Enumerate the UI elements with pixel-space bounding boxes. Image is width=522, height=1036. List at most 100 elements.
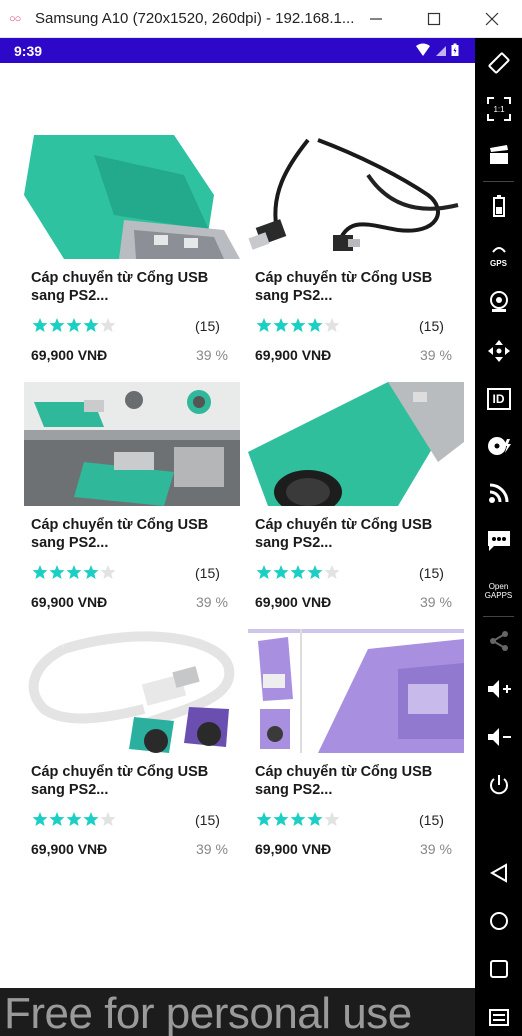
review-count: (15) xyxy=(419,318,444,334)
star-filled-icon xyxy=(273,565,289,579)
discount-percent: 39 % xyxy=(196,347,228,363)
product-card[interactable]: Cáp chuyển từ Cổng USB sang PS2... (15) … xyxy=(248,135,464,375)
product-image xyxy=(248,629,464,753)
disk-button[interactable] xyxy=(475,423,522,469)
product-card[interactable]: Cáp chuyển từ Cổng USB sang PS2... (15) … xyxy=(24,382,240,622)
opengapps-button[interactable]: Open GAPPS xyxy=(475,568,522,614)
star-filled-icon xyxy=(83,565,99,579)
minimize-icon xyxy=(370,18,382,20)
star-empty-icon xyxy=(324,565,340,579)
star-empty-icon xyxy=(100,812,116,826)
power-icon xyxy=(489,775,508,795)
product-card[interactable]: Cáp chuyển từ Cổng USB sang PS2... (15) … xyxy=(24,135,240,375)
minimize-button[interactable] xyxy=(352,0,400,38)
star-filled-icon xyxy=(32,318,48,332)
camera-button[interactable] xyxy=(475,278,522,324)
home-icon xyxy=(489,912,508,930)
share-button[interactable] xyxy=(475,618,522,664)
star-empty-icon xyxy=(100,565,116,579)
emulator-window: ○○ Samsung A10 (720x1520, 260dpi) - 192.… xyxy=(0,0,522,1036)
battery-charging-icon xyxy=(451,43,459,56)
product-image xyxy=(248,382,464,506)
star-filled-icon xyxy=(66,812,82,826)
genymotion-icon: ○○ xyxy=(9,12,21,25)
rating-stars xyxy=(256,811,340,827)
star-filled-icon xyxy=(83,812,99,826)
volume-up-button[interactable] xyxy=(475,666,522,712)
maximize-button[interactable] xyxy=(410,0,458,38)
review-count: (15) xyxy=(195,318,220,334)
window-title: Samsung A10 (720x1520, 260dpi) - 192.168… xyxy=(35,10,355,27)
capture-button[interactable] xyxy=(475,132,522,178)
gps-button[interactable]: GPS xyxy=(475,231,522,277)
watermark-text: Free for personal use xyxy=(4,989,412,1036)
status-time: 9:39 xyxy=(14,42,43,59)
star-filled-icon xyxy=(32,565,48,579)
close-icon xyxy=(485,12,499,26)
star-filled-icon xyxy=(290,318,306,332)
discount-percent: 39 % xyxy=(420,347,452,363)
product-price: 69,900 VNĐ xyxy=(255,841,332,857)
star-filled-icon xyxy=(273,318,289,332)
star-filled-icon xyxy=(256,565,272,579)
power-button[interactable] xyxy=(475,762,522,808)
recents-button[interactable] xyxy=(475,946,522,992)
review-count: (15) xyxy=(195,565,220,581)
back-button[interactable] xyxy=(475,850,522,896)
emulator-toolbar: 1:1 GPS ID Open GAPPS xyxy=(475,38,522,1036)
volume-down-button[interactable] xyxy=(475,714,522,760)
product-card[interactable]: Cáp chuyển từ Cổng USB sang PS2... (15) … xyxy=(24,629,240,869)
star-filled-icon xyxy=(307,318,323,332)
product-price: 69,900 VNĐ xyxy=(255,347,332,363)
pixel-perfect-button[interactable]: 1:1 xyxy=(475,86,522,132)
battery-button[interactable] xyxy=(475,183,522,229)
star-filled-icon xyxy=(290,565,306,579)
close-button[interactable] xyxy=(468,0,516,38)
product-name: Cáp chuyển từ Cổng USB sang PS2... xyxy=(31,517,209,551)
review-count: (15) xyxy=(419,565,444,581)
product-name: Cáp chuyển từ Cổng USB sang PS2... xyxy=(31,764,209,798)
opengapps-icon: Open GAPPS xyxy=(484,582,513,600)
volume-down-icon xyxy=(487,728,511,746)
home-button[interactable] xyxy=(475,898,522,944)
star-filled-icon xyxy=(66,565,82,579)
product-image xyxy=(24,382,240,506)
battery-icon xyxy=(492,195,505,217)
sms-button[interactable] xyxy=(475,518,522,564)
pixel-perfect-icon: 1:1 xyxy=(486,97,511,121)
rating-stars xyxy=(32,811,116,827)
star-empty-icon xyxy=(324,812,340,826)
dpad-button[interactable] xyxy=(475,328,522,374)
product-name: Cáp chuyển từ Cổng USB sang PS2... xyxy=(255,270,433,304)
star-filled-icon xyxy=(273,812,289,826)
discount-percent: 39 % xyxy=(196,841,228,857)
volume-up-icon xyxy=(487,680,511,698)
star-filled-icon xyxy=(307,812,323,826)
share-icon xyxy=(489,631,508,651)
disk-icon xyxy=(487,437,511,455)
cast-button[interactable] xyxy=(475,470,522,516)
identifiers-button[interactable]: ID xyxy=(475,376,522,422)
svg-text:1:1: 1:1 xyxy=(493,105,505,114)
star-empty-icon xyxy=(324,318,340,332)
star-filled-icon xyxy=(49,812,65,826)
title-bar: ○○ Samsung A10 (720x1520, 260dpi) - 192.… xyxy=(0,0,522,38)
discount-percent: 39 % xyxy=(420,594,452,610)
wifi-icon xyxy=(416,43,430,56)
product-card[interactable]: Cáp chuyển từ Cổng USB sang PS2... (15) … xyxy=(248,629,464,869)
discount-percent: 39 % xyxy=(196,594,228,610)
rating-stars xyxy=(256,564,340,580)
gps-icon: GPS xyxy=(490,241,507,268)
product-card[interactable]: Cáp chuyển từ Cổng USB sang PS2... (15) … xyxy=(248,382,464,622)
device-screen: 9:39 Cáp chuyển từ Cổng USB sang PS2... … xyxy=(0,38,475,996)
identifiers-icon: ID xyxy=(486,388,511,410)
star-filled-icon xyxy=(49,318,65,332)
cast-icon xyxy=(488,483,508,503)
rotate-button[interactable] xyxy=(475,40,522,86)
rating-stars xyxy=(32,317,116,333)
product-image xyxy=(248,135,464,259)
menu-button[interactable] xyxy=(475,994,522,1036)
recents-icon xyxy=(489,960,508,978)
maximize-icon xyxy=(427,12,441,26)
signal-icon xyxy=(436,46,446,56)
